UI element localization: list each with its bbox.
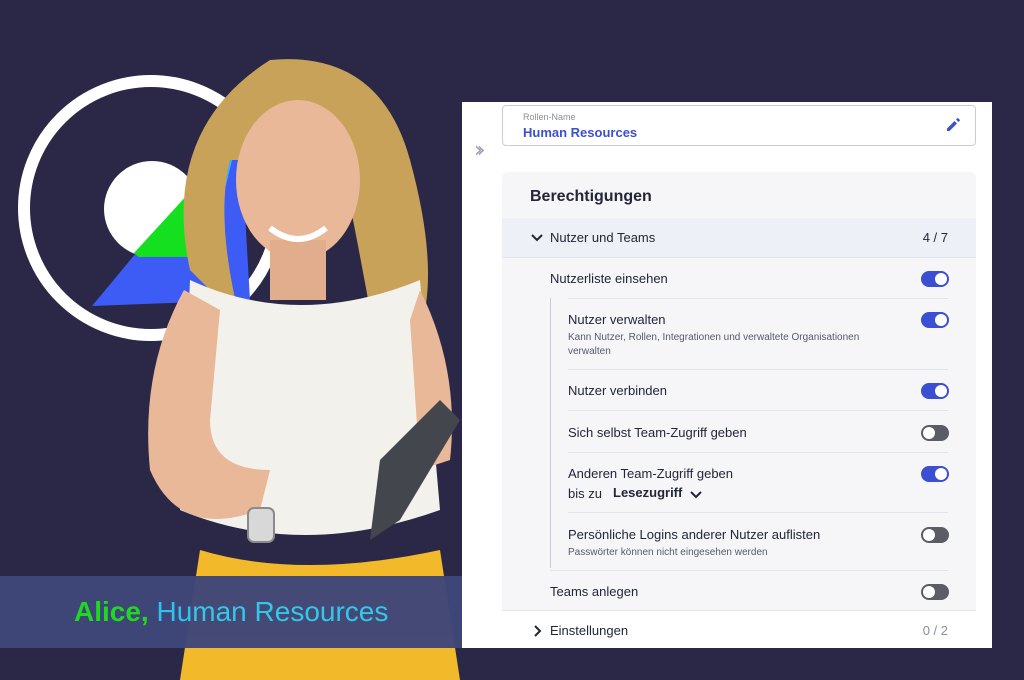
chevron-right-icon[interactable] [530,624,544,638]
double-chevron-right-icon[interactable]: ›› [474,138,485,163]
group2-count: 0 / 2 [922,623,948,638]
role-name-label: Rollen-Name [523,112,576,122]
access-level-value[interactable]: Lesezugriff [613,485,682,500]
group-label: Nutzer und Teams [550,230,656,245]
perm-desc-list-personal-logins: Passwörter können nicht eingesehen werde… [568,547,768,558]
toggle-connect-users[interactable] [921,383,949,399]
perm-label-list-personal-logins: Persönliche Logins anderer Nutzer auflis… [568,527,821,542]
toggle-self-team-access[interactable] [921,425,949,441]
perm-label-others-team-access: Anderen Team-Zugriff geben [568,466,734,481]
caption-banner: Alice, Human Resources [0,576,462,648]
access-level-select[interactable]: Lesezugriff [613,484,702,504]
caption-text: Alice, Human Resources [74,596,388,628]
toggle-view-user-list[interactable] [921,271,949,287]
perm-label-manage-users: Nutzer verwalten [568,312,666,327]
group-count: 4 / 7 [922,230,948,245]
perm-label-self-team-access: Sich selbst Team-Zugriff geben [568,425,747,440]
perm-desc-manage-users: Kann Nutzer, Rollen, Integrationen und v… [568,332,860,357]
role-name-field[interactable]: Rollen-Name Human Resources [502,105,976,146]
divider [568,512,948,513]
group2-label: Einstellungen [550,623,629,638]
permissions-title: Berechtigungen [530,188,652,205]
chevron-down-icon[interactable] [530,231,544,245]
toggle-create-teams[interactable] [921,584,949,600]
permissions-card: Berechtigungen Nutzer und Teams 4 / 7 Nu… [502,172,976,648]
pencil-icon[interactable] [945,117,961,133]
caption-role: Human Resources [156,596,389,627]
perm-label-connect-users: Nutzer verbinden [568,383,667,398]
perm-label-create-teams: Teams anlegen [550,584,639,599]
toggle-manage-users[interactable] [921,312,949,328]
divider [550,570,948,571]
toggle-others-team-access[interactable] [921,466,949,482]
divider [568,452,948,453]
role-settings-panel: ›› Rollen-Name Human Resources Berechtig… [462,102,992,648]
divider [568,298,948,299]
chevron-down-icon[interactable] [689,488,703,502]
divider [568,410,948,411]
toggle-list-personal-logins[interactable] [921,527,949,543]
perm-label-view-user-list: Nutzerliste einsehen [550,271,668,286]
group-settings[interactable]: Einstellungen 0 / 2 [502,611,976,648]
access-level-prefix: bis zu [568,486,602,501]
caption-name: Alice, [74,596,149,627]
subgroup-indent-line [550,298,551,568]
group-users-and-teams[interactable]: Nutzer und Teams 4 / 7 [502,218,976,258]
role-name-value[interactable]: Human Resources [523,125,637,140]
divider [568,369,948,370]
